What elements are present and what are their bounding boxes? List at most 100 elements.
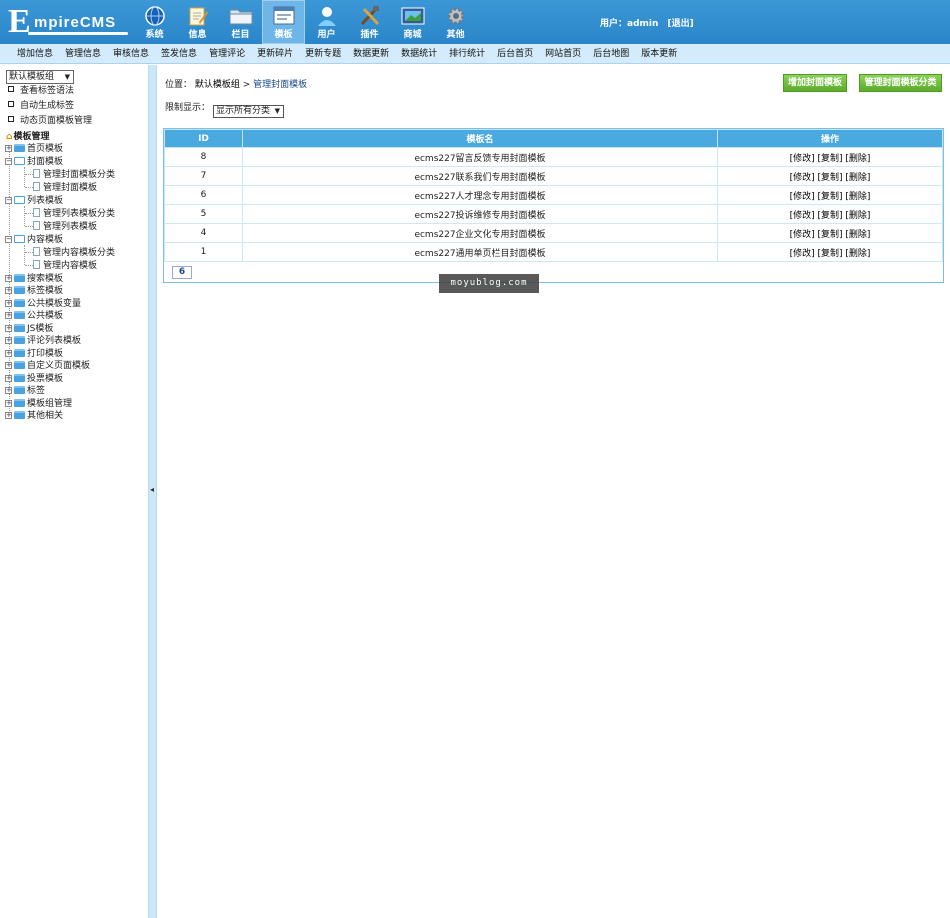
folder-open-icon (14, 235, 25, 243)
menu-site-home[interactable]: 网站首页 (539, 44, 587, 63)
topnav-other[interactable]: 其他 (434, 0, 477, 44)
user-info: 用户：admin [退出] (600, 16, 694, 29)
edit-link[interactable]: [修改] (790, 173, 815, 183)
menu-data-stats[interactable]: 数据统计 (395, 44, 443, 63)
cell-id: 8 (164, 147, 243, 167)
breadcrumb-template-group[interactable]: 默认模板组 (195, 80, 240, 90)
link-dynamic-page-template[interactable]: 动态页面模板管理 (8, 115, 92, 128)
menu-update-topics[interactable]: 更新专题 (299, 44, 347, 63)
menu-data-update[interactable]: 数据更新 (347, 44, 395, 63)
topnav-plugin[interactable]: 插件 (348, 0, 391, 44)
tree-public-variables[interactable]: + 公共模板变量 (5, 298, 81, 310)
menu-admin-home[interactable]: 后台首页 (491, 44, 539, 63)
delete-link[interactable]: [删除] (845, 173, 870, 183)
menu-review-info[interactable]: 审核信息 (107, 44, 155, 63)
link-auto-generate-tag[interactable]: 自动生成标签 (8, 100, 74, 113)
tree-template-group-manage[interactable]: + 模板组管理 (5, 398, 72, 410)
edit-link[interactable]: [修改] (790, 230, 815, 240)
page-icon (33, 221, 40, 230)
table-row: 1 ecms227通用单页栏目封面模板 [修改] [复制] [删除] (164, 242, 943, 262)
cell-name: ecms227联系我们专用封面模板 (242, 166, 718, 186)
menu-version-update[interactable]: 版本更新 (635, 44, 683, 63)
link-view-tag-syntax[interactable]: 查看标签语法 (8, 85, 74, 98)
shop-icon (401, 4, 425, 28)
menu-update-fragments[interactable]: 更新碎片 (251, 44, 299, 63)
tree-public-template[interactable]: + 公共模板 (5, 310, 63, 322)
bullet-icon (8, 116, 14, 122)
topnav-column[interactable]: 栏目 (219, 0, 262, 44)
menu-manage-comments[interactable]: 管理评论 (203, 44, 251, 63)
topnav-shop[interactable]: 商城 (391, 0, 434, 44)
tree-comment-list-template[interactable]: + 评论列表模板 (5, 335, 81, 347)
expand-icon: + (5, 349, 12, 357)
tree-custom-page-template[interactable]: + 自定义页面模板 (5, 360, 90, 372)
copy-link[interactable]: [复制] (817, 192, 842, 202)
edit-icon (186, 4, 210, 28)
user-icon (315, 4, 339, 28)
logout-link[interactable]: [退出] (668, 19, 694, 29)
topnav-user[interactable]: 用户 (305, 0, 348, 44)
collapse-icon: − (5, 235, 12, 243)
menu-add-info[interactable]: 增加信息 (11, 44, 59, 63)
tree-cover-template[interactable]: − 封面模板 (5, 156, 63, 168)
pagination-total[interactable]: 6 (172, 266, 192, 279)
delete-link[interactable]: [删除] (845, 192, 870, 202)
delete-link[interactable]: [删除] (845, 154, 870, 164)
tree-content-template[interactable]: − 内容模板 (5, 234, 63, 246)
copy-link[interactable]: [复制] (817, 154, 842, 164)
expand-icon: + (5, 324, 12, 332)
tree-vote-template[interactable]: + 投票模板 (5, 373, 63, 385)
template-group-select[interactable]: 默认模板组 ▼ (6, 70, 74, 84)
tree-manage-cover-template[interactable]: 管理封面模板 (33, 182, 97, 194)
edit-link[interactable]: [修改] (790, 154, 815, 164)
table-header-row: ID 模板名 操作 (164, 129, 943, 148)
tree-line (24, 167, 25, 187)
delete-link[interactable]: [删除] (845, 211, 870, 221)
topnav-system[interactable]: 系统 (133, 0, 176, 44)
tree-manage-list-class[interactable]: 管理列表模板分类 (33, 208, 115, 220)
copy-link[interactable]: [复制] (817, 249, 842, 259)
tree-print-template[interactable]: + 打印模板 (5, 348, 63, 360)
tree-search-template[interactable]: + 搜索模板 (5, 273, 63, 285)
home-icon: ⌂ (6, 132, 13, 142)
topnav-info[interactable]: 信息 (176, 0, 219, 44)
table-row: 8 ecms227留言反馈专用封面模板 [修改] [复制] [删除] (164, 147, 943, 167)
tree-manage-list-template[interactable]: 管理列表模板 (33, 221, 97, 233)
collapse-arrow-icon[interactable]: ◂ (150, 485, 154, 494)
top-nav: 系统 信息 栏目 模板 用户 插件 商城 其他 (133, 0, 477, 44)
manage-cover-class-button[interactable]: 管理封面模板分类 (859, 74, 942, 92)
table-row: 6 ecms227人才理念专用封面模板 [修改] [复制] [删除] (164, 185, 943, 205)
tree-manage-content-template[interactable]: 管理内容模板 (33, 260, 97, 272)
tree-manage-cover-class[interactable]: 管理封面模板分类 (33, 169, 115, 181)
logo-swoosh (28, 32, 128, 35)
copy-link[interactable]: [复制] (817, 230, 842, 240)
collapse-icon: − (5, 196, 12, 204)
delete-link[interactable]: [删除] (845, 230, 870, 240)
menu-manage-info[interactable]: 管理信息 (59, 44, 107, 63)
class-filter-select[interactable]: 显示所有分类 ▼ (213, 105, 285, 118)
edit-link[interactable]: [修改] (790, 192, 815, 202)
cell-actions: [修改] [复制] [删除] (717, 185, 943, 205)
topnav-template[interactable]: 模板 (262, 0, 305, 44)
menu-admin-map[interactable]: 后台地图 (587, 44, 635, 63)
tree-tags[interactable]: + 标签 (5, 385, 45, 397)
edit-link[interactable]: [修改] (790, 211, 815, 221)
tree-manage-content-class[interactable]: 管理内容模板分类 (33, 247, 115, 259)
menu-rank-stats[interactable]: 排行统计 (443, 44, 491, 63)
delete-link[interactable]: [删除] (845, 249, 870, 259)
tree-tag-template[interactable]: + 标签模板 (5, 285, 63, 297)
menu-sign-info[interactable]: 签发信息 (155, 44, 203, 63)
tree-home-template[interactable]: + 首页模板 (5, 143, 63, 155)
folder-icon (14, 349, 25, 357)
page-icon (33, 208, 40, 217)
tree-list-template[interactable]: − 列表模板 (5, 195, 63, 207)
copy-link[interactable]: [复制] (817, 173, 842, 183)
sidebar-splitter[interactable]: ◂ (148, 65, 157, 918)
copy-link[interactable]: [复制] (817, 211, 842, 221)
edit-link[interactable]: [修改] (790, 249, 815, 259)
tree-js-template[interactable]: + JS模板 (5, 323, 53, 335)
tree-other-related[interactable]: + 其他相关 (5, 410, 63, 422)
empirecms-logo[interactable]: E mpireCMS (6, 4, 130, 40)
add-cover-template-button[interactable]: 增加封面模板 (783, 74, 847, 92)
breadcrumb-current[interactable]: 管理封面模板 (253, 80, 307, 90)
